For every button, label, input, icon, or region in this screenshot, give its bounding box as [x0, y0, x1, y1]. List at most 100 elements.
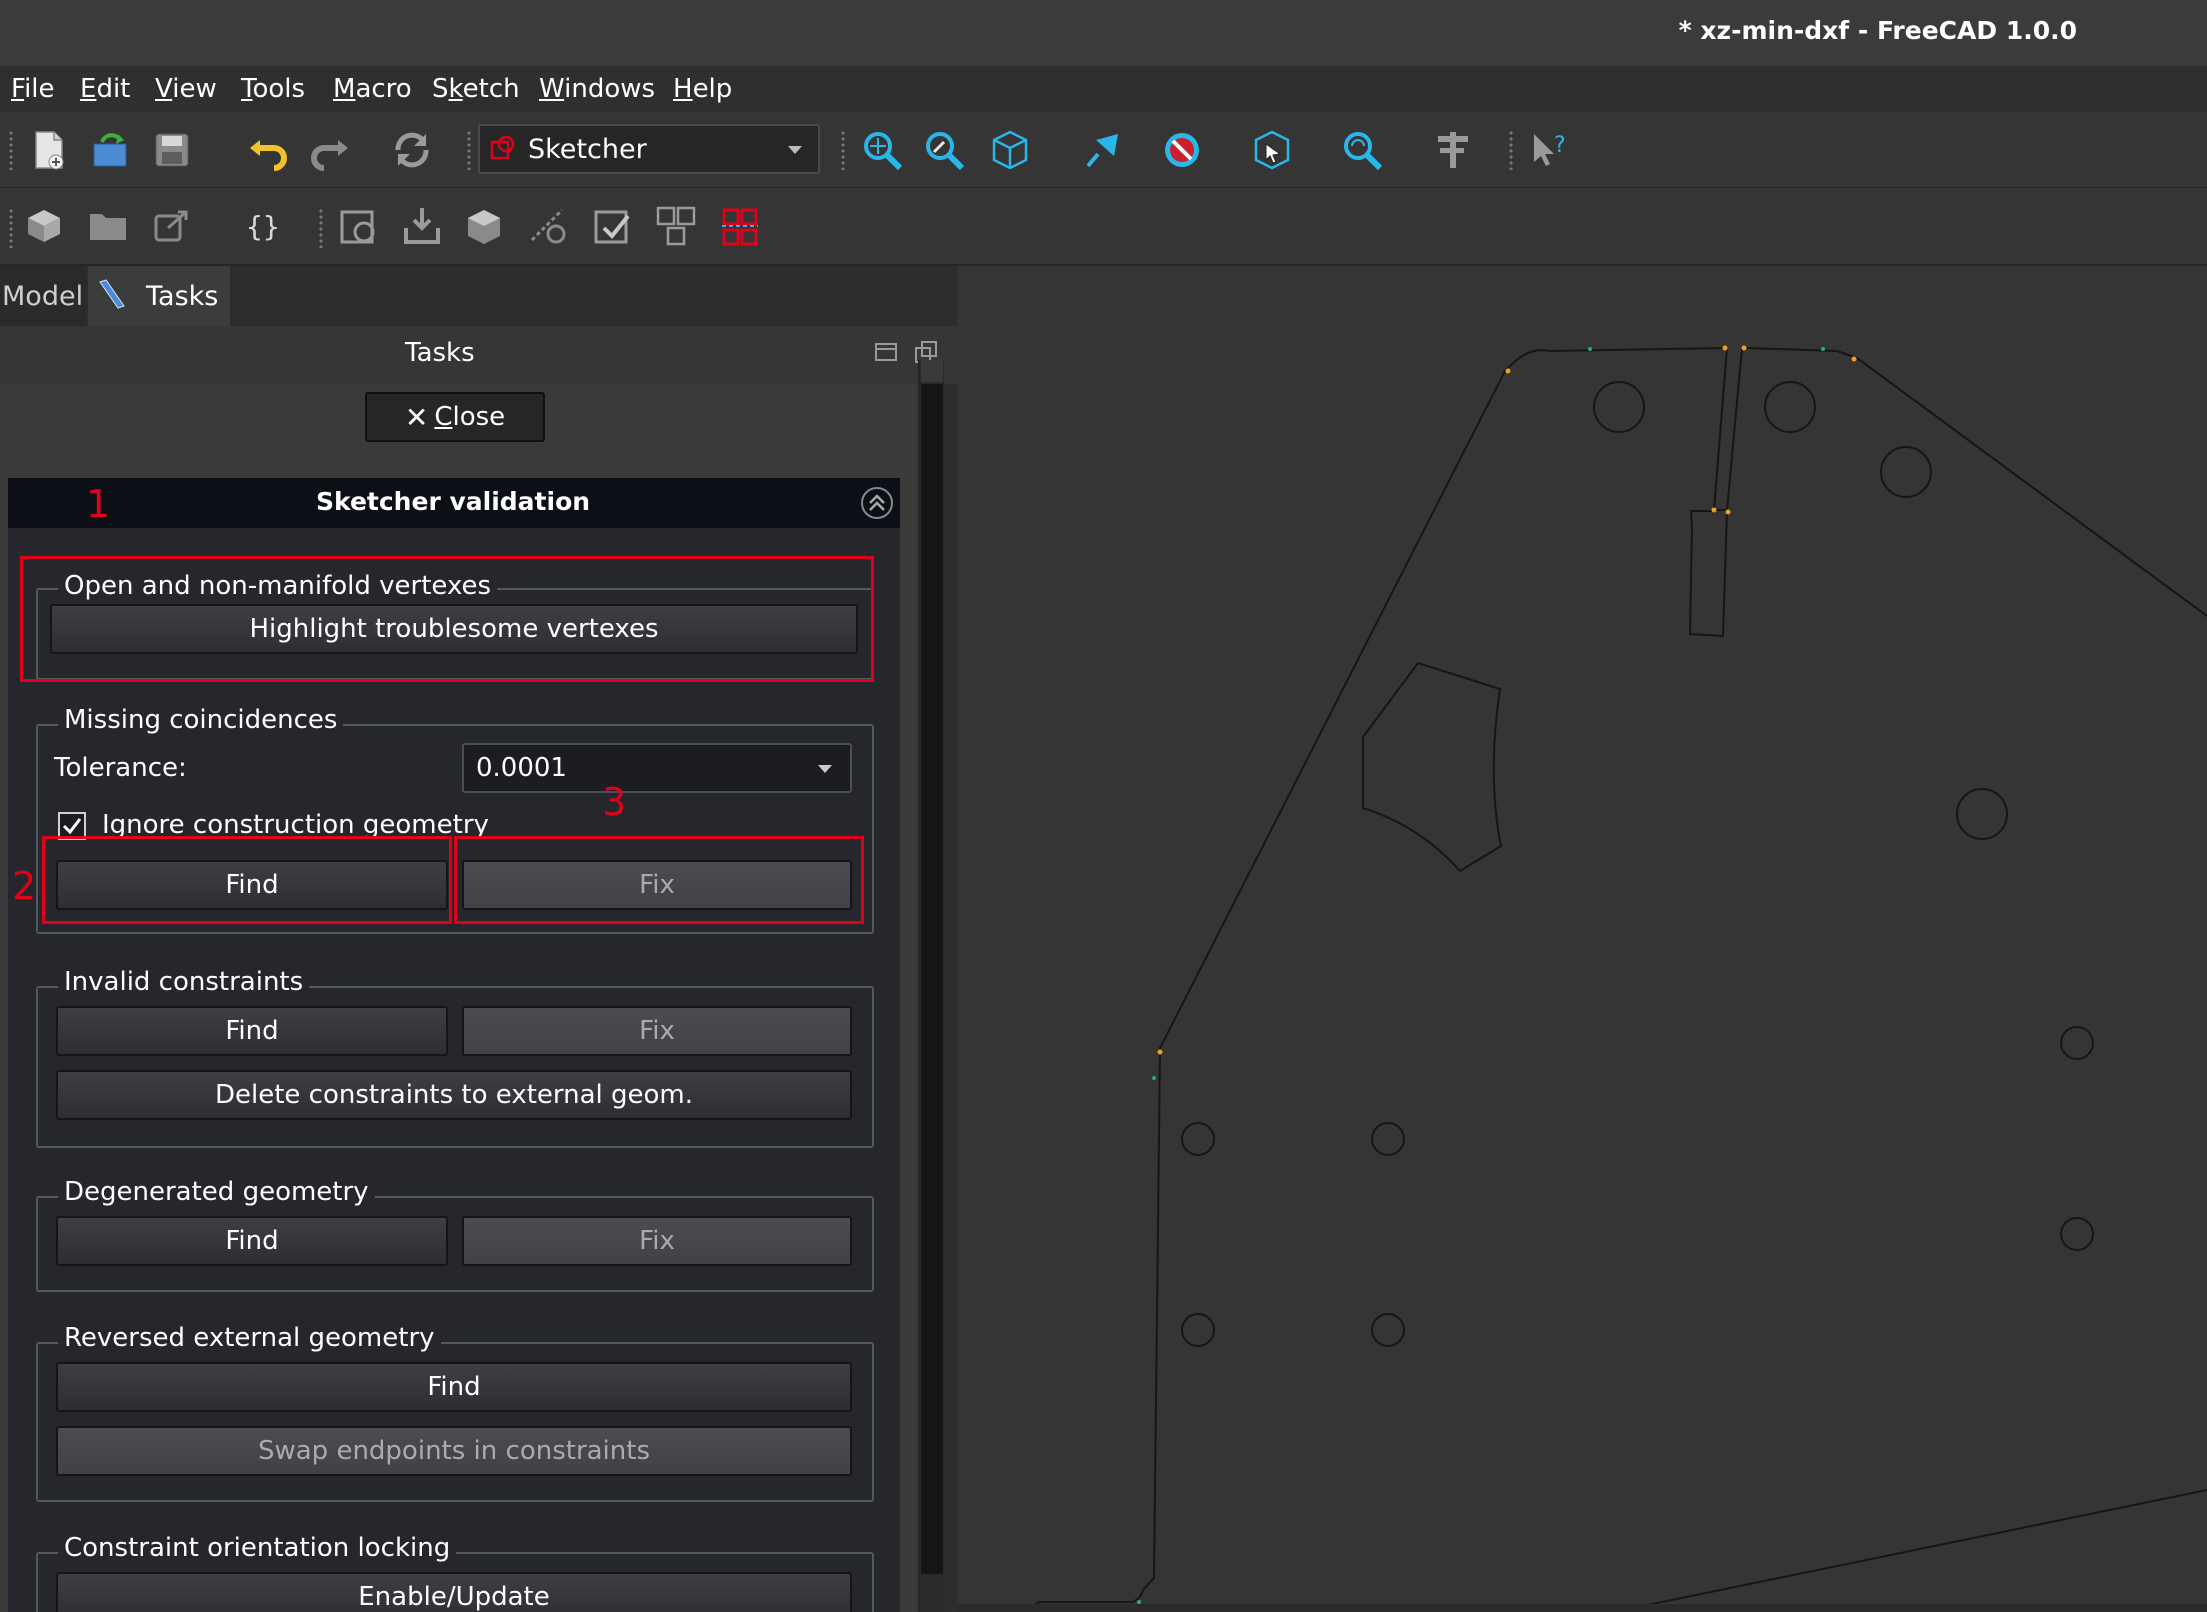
annotation-number-3: 3 [602, 780, 627, 824]
close-label-mnemonic: C [434, 402, 453, 432]
chevron-down-icon [818, 765, 832, 773]
fit-all-icon[interactable] [858, 126, 906, 174]
sketch-slot [1688, 509, 1728, 638]
toolbar-grip[interactable] [466, 130, 472, 170]
annotation-number-1: 1 [86, 482, 111, 526]
toolbar-grip[interactable] [1508, 130, 1514, 170]
vertex-marker [1821, 347, 1825, 351]
menu-macro[interactable]: Macro [333, 74, 412, 104]
window-title: * xz-min-dxf - FreeCAD 1.0.0 [1678, 16, 2077, 45]
group-title-orientation-locking: Constraint orientation locking [58, 1533, 457, 1563]
close-button[interactable]: ✕ Close [365, 392, 545, 442]
menu-view[interactable]: View [155, 74, 217, 104]
mirror-sketch-icon[interactable] [716, 202, 764, 250]
menu-tools[interactable]: Tools [241, 74, 305, 104]
delete-external-constraints-button[interactable]: Delete constraints to external geom. [56, 1070, 852, 1120]
vertex-marker [1157, 1049, 1163, 1055]
workbench-selector[interactable]: Sketcher [478, 124, 820, 174]
vertex-marker [1851, 356, 1857, 362]
redo-icon[interactable] [306, 126, 354, 174]
svg-text:?: ? [1554, 133, 1566, 158]
annotation-box-2 [42, 836, 452, 924]
leave-sketch-icon[interactable] [398, 202, 446, 250]
sketch-circle [2060, 1217, 2094, 1251]
sketcher-validation-header: Sketcher validation [8, 478, 900, 528]
group-title-degenerated-geometry: Degenerated geometry [58, 1177, 375, 1207]
collapse-panel-icon[interactable] [860, 486, 894, 524]
measure-icon[interactable] [1080, 126, 1128, 174]
toolbar-grip[interactable] [8, 208, 14, 248]
invalid-constraints-find-button[interactable]: Find [56, 1006, 448, 1056]
viewport-status-strip [957, 1604, 2207, 1612]
reversed-external-find-button[interactable]: Find [56, 1362, 852, 1412]
sketch-trilobe [1362, 661, 1503, 873]
tab-model[interactable]: Model [0, 266, 86, 326]
menu-help[interactable]: Help [673, 74, 732, 104]
sketch-circle [1880, 446, 1932, 498]
sketch-circle [1371, 1122, 1405, 1156]
map-sketch-icon[interactable] [524, 202, 572, 250]
sketch-circle [1371, 1313, 1405, 1347]
degenerated-geometry-find-button[interactable]: Find [56, 1216, 448, 1266]
sketch-slot [1712, 347, 1743, 511]
toolbar-grip[interactable] [8, 130, 14, 170]
part-icon[interactable] [20, 202, 68, 250]
scrollbar-thumb[interactable] [921, 384, 943, 1574]
invalid-constraints-fix-button[interactable]: Fix [462, 1006, 852, 1056]
menu-file[interactable]: File [11, 74, 55, 104]
refresh-icon[interactable] [388, 126, 436, 174]
draw-style-icon[interactable] [1158, 126, 1206, 174]
pencil-icon [96, 276, 128, 319]
menu-sketch[interactable]: Sketch [432, 74, 520, 104]
undo-icon[interactable] [244, 126, 292, 174]
tasks-scrollbar[interactable] [918, 360, 944, 1612]
tolerance-input[interactable]: 0.0001 [462, 743, 852, 793]
group-title-invalid-constraints: Invalid constraints [58, 967, 310, 997]
sketch-circle [2060, 1026, 2094, 1060]
tolerance-value: 0.0001 [476, 753, 567, 783]
toolbar-grip[interactable] [318, 208, 324, 248]
sketch-trilobe [1318, 662, 1409, 715]
tasks-title: Tasks [405, 338, 475, 368]
vertex-marker [1711, 507, 1717, 513]
tasks-header: Tasks [0, 326, 957, 384]
svg-text:{}: {} [246, 210, 280, 243]
save-icon[interactable] [148, 126, 196, 174]
sketch-circle [1593, 381, 1645, 433]
open-file-icon[interactable] [86, 126, 134, 174]
group-title-missing-coincidences: Missing coincidences [58, 705, 344, 735]
enable-update-button[interactable]: Enable/Update [56, 1572, 852, 1612]
swap-endpoints-button[interactable]: Swap endpoints in constraints [56, 1426, 852, 1476]
tab-tasks[interactable]: Tasks [88, 266, 230, 326]
menu-windows[interactable]: Windows [539, 74, 655, 104]
new-sketch-icon[interactable] [334, 202, 382, 250]
new-file-icon[interactable] [24, 126, 72, 174]
vertex-marker [1722, 345, 1728, 351]
float-panel-icon[interactable] [874, 340, 898, 368]
view-sketch-icon[interactable] [460, 202, 508, 250]
main-toolbar: ? [0, 112, 2207, 266]
caliper-icon[interactable] [1430, 126, 1478, 174]
secondary-toolbar: {} [0, 188, 2207, 418]
box-selection-icon[interactable] [1248, 126, 1296, 174]
sync-view-icon[interactable] [1338, 126, 1386, 174]
validate-sketch-icon[interactable] [588, 202, 636, 250]
vertex-marker [1152, 1076, 1156, 1080]
tab-tasks-label: Tasks [146, 280, 219, 312]
sketcher-workbench-icon [488, 134, 518, 164]
toolbar-grip[interactable] [840, 130, 846, 170]
group-folder-icon[interactable] [84, 202, 132, 250]
scroll-up-arrow[interactable] [921, 360, 943, 382]
merge-sketches-icon[interactable] [652, 202, 700, 250]
vertex-marker [1505, 368, 1511, 374]
menu-edit[interactable]: Edit [80, 74, 130, 104]
link-icon[interactable] [148, 202, 196, 250]
isometric-view-icon[interactable] [986, 126, 1034, 174]
whats-this-icon[interactable]: ? [1524, 126, 1572, 174]
variable-set-icon[interactable]: {} [240, 202, 288, 250]
checkmark-icon [62, 818, 82, 835]
sketch-canvas [1027, 345, 2207, 1612]
degenerated-geometry-fix-button[interactable]: Fix [462, 1216, 852, 1266]
fit-selection-icon[interactable] [920, 126, 968, 174]
3d-viewport[interactable] [957, 266, 2207, 1612]
